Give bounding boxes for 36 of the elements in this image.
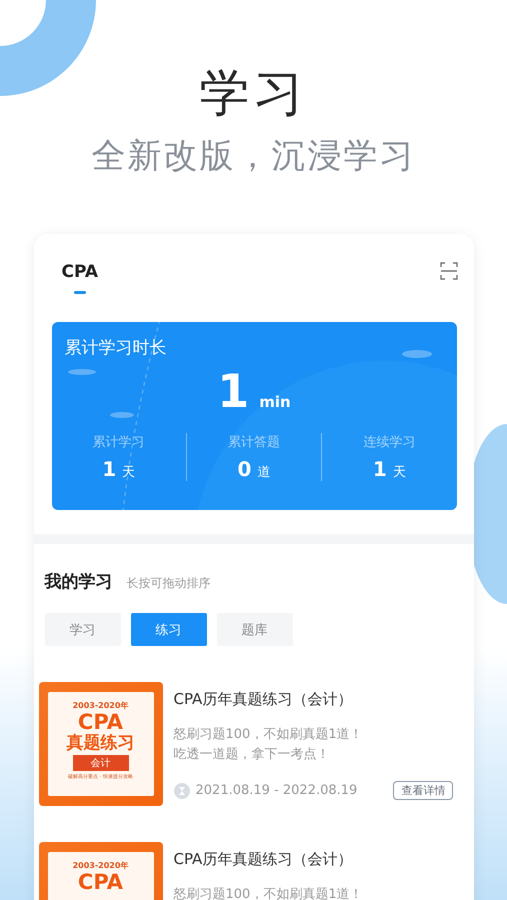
cover-brand: CPA	[78, 711, 124, 733]
hourglass-icon	[174, 782, 190, 798]
cover-years: 2003-2020年	[72, 700, 128, 711]
panel-title: 累计学习时长	[64, 337, 166, 359]
course-description: 怒刷习题100，不如刷真题1道！	[174, 886, 363, 900]
filter-tab[interactable]: 题库	[216, 613, 292, 646]
cover-subject: 会计	[72, 755, 128, 771]
stat-label: 累计答题	[228, 434, 280, 451]
minutes-unit: min	[259, 393, 291, 411]
page-title: 学习	[200, 63, 308, 124]
course-cover[interactable]: 2003-2020年 CPA	[38, 842, 162, 900]
cover-name: 真题练习	[66, 733, 134, 753]
course-title[interactable]: CPA历年真题练习（会计）	[174, 850, 363, 869]
section-hint: 长按可拖动排序	[126, 575, 210, 592]
details-button[interactable]: 查看详情	[393, 781, 454, 800]
scan-icon[interactable]	[440, 262, 458, 280]
cloud-icon	[402, 350, 432, 358]
course-title[interactable]: CPA历年真题练习（会计）	[174, 690, 454, 709]
cover-brand: CPA	[78, 871, 124, 893]
cloud-icon	[110, 412, 134, 418]
page-subtitle: 全新改版，沉浸学习	[92, 135, 416, 178]
cloud-icon	[68, 369, 96, 375]
course-period: 2021.08.19 - 2022.08.19	[196, 783, 358, 798]
stat-value: 0 道	[238, 457, 270, 481]
filter-tab[interactable]: 学习	[44, 613, 120, 646]
stat-value: 1 天	[372, 457, 406, 481]
stat-label: 连续学习	[363, 434, 416, 451]
course-description: 怒刷习题100，不如刷真题1道！	[174, 726, 364, 744]
section-title: 我的学习	[44, 571, 112, 593]
course-description: 吃透一道题，拿下一考点！	[174, 746, 330, 764]
stat-label: 累计学习	[92, 434, 145, 451]
cover-years: 2003-2020年	[72, 860, 128, 871]
study-minutes: 1	[217, 363, 250, 419]
stat-value: 1 天	[102, 457, 136, 481]
subject-tab[interactable]: CPA	[62, 262, 98, 294]
filter-tab[interactable]: 练习	[130, 613, 206, 646]
